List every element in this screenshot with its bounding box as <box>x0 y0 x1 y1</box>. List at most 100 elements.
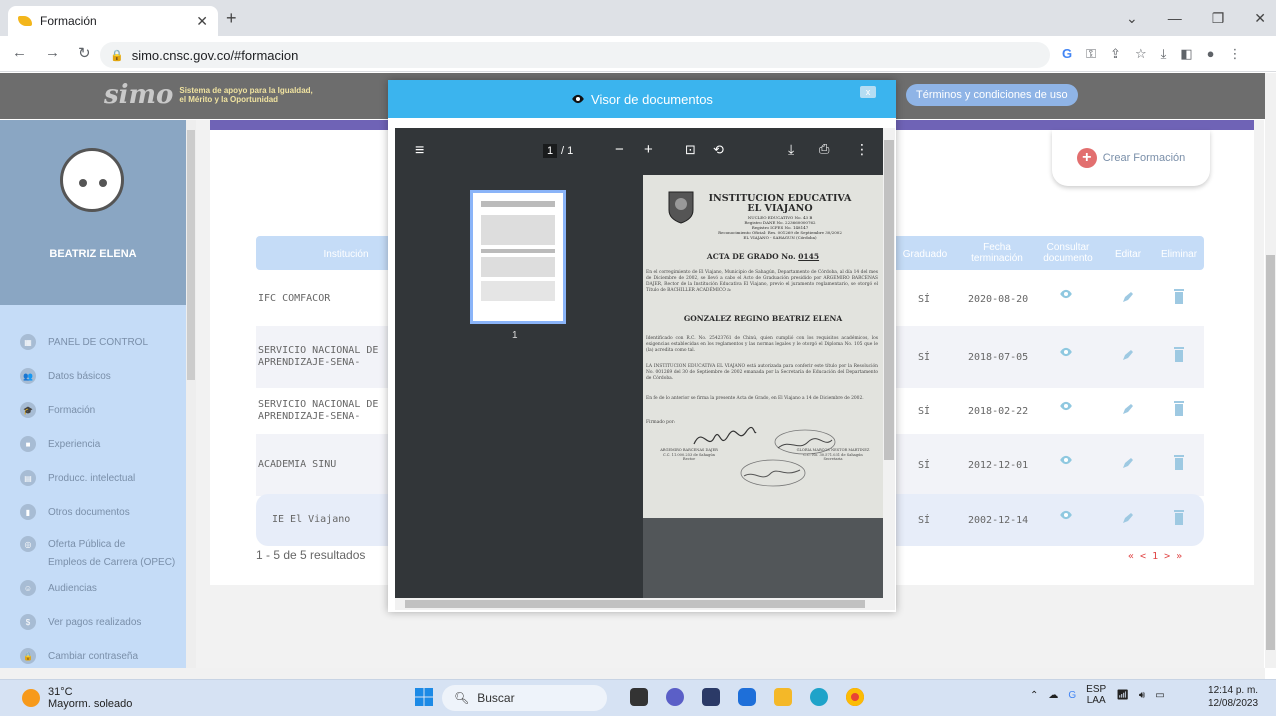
file-explorer-icon[interactable] <box>774 688 792 706</box>
lock-icon[interactable]: 🔒 <box>110 49 124 62</box>
view-document-eye-icon[interactable] <box>1059 508 1073 522</box>
sidebar-item-audiencias[interactable]: ☺ Audiencias <box>20 571 190 605</box>
dropbox-icon[interactable] <box>738 688 756 706</box>
menu-dots-icon[interactable]: ⋮ <box>1229 46 1242 62</box>
close-tab-icon[interactable]: ✕ <box>196 13 208 30</box>
delete-trash-icon[interactable] <box>1174 455 1184 470</box>
teams-icon[interactable] <box>666 688 684 706</box>
close-window-button[interactable]: ✕ <box>1254 10 1266 27</box>
key-icon[interactable]: ⚿ <box>1086 46 1096 62</box>
cloud-icon[interactable]: ☁ <box>1048 690 1058 701</box>
taskbar-search[interactable]: 🔍︎ Buscar <box>442 685 607 711</box>
delete-trash-icon[interactable] <box>1174 289 1184 304</box>
minimize-button[interactable]: — <box>1168 10 1182 27</box>
doc-graduate: GONZALEZ REGINO BEATRIZ ELENA <box>683 314 843 323</box>
sidebar-item-opec-2[interactable]: Empleos de Carrera (OPEC) <box>20 553 190 571</box>
windows-start-icon[interactable] <box>414 687 434 707</box>
modal-header: Visor de documentos <box>388 80 896 118</box>
tab-search-icon[interactable]: ⌄ <box>1126 10 1138 27</box>
sidebar-item-contrasena[interactable]: 🔒 Cambiar contraseña <box>20 639 190 673</box>
window-controls: ⌄ — ❐ ✕ <box>1126 10 1266 27</box>
simo-logo[interactable]: simo Sistema de apoyo para la Igualdad, … <box>104 80 313 110</box>
browser-tab[interactable]: Formación ✕ <box>8 6 218 36</box>
sidepanel-icon[interactable]: ◧ <box>1180 46 1192 62</box>
sidebar-item-experiencia[interactable]: ■ Experiencia <box>20 427 190 461</box>
plus-icon: + <box>1076 148 1097 168</box>
view-document-eye-icon[interactable] <box>1059 399 1073 413</box>
modal-horizontal-thumb[interactable] <box>405 600 865 608</box>
crear-formacion-button[interactable]: + Crear Formación <box>1052 130 1210 186</box>
view-document-eye-icon[interactable] <box>1059 453 1073 467</box>
sidebar-item-datos[interactable]: 👥 Datos básicos <box>20 359 190 393</box>
page-thumbnail[interactable] <box>470 190 566 324</box>
profile-icon[interactable]: ● <box>1207 46 1215 62</box>
view-document-eye-icon[interactable] <box>1059 345 1073 359</box>
volume-icon[interactable]: 🔊︎ <box>1139 690 1145 701</box>
language-indicator[interactable]: ESP LAA <box>1086 684 1106 706</box>
chrome-icon[interactable] <box>846 688 864 706</box>
edge-icon[interactable] <box>810 688 828 706</box>
edit-pencil-icon[interactable] <box>1122 403 1134 415</box>
pdf-download-icon[interactable]: ⤓ <box>788 141 794 158</box>
cell-fecha: 2018-07-05 <box>968 351 1029 363</box>
url-field[interactable]: 🔒 simo.cnsc.gov.co/#formacion <box>100 42 1050 68</box>
google-icon[interactable]: G <box>1062 46 1072 62</box>
doc-sub-lines: NUCLEO EDUCATIVO No. 43 B Registro DANE … <box>718 215 842 240</box>
doc-sig-1: ARGEMIRO BARCENAS DAJER C.C. 11.000.253 … <box>660 448 718 461</box>
col-consultar: Consultar documento <box>1043 242 1093 264</box>
nav-buttons: ← → ↻ <box>12 44 91 62</box>
reload-icon[interactable]: ↻ <box>78 44 91 62</box>
modal-close-button[interactable]: x <box>860 86 876 98</box>
sidebar-item-otros[interactable]: ▮ Otros documentos <box>20 495 190 529</box>
graduation-icon: 🎓 <box>20 402 36 418</box>
zoom-out-icon[interactable]: − <box>615 141 624 158</box>
edit-pencil-icon[interactable] <box>1122 349 1134 361</box>
pagination[interactable]: « < 1 > » <box>1128 551 1182 562</box>
battery-icon[interactable]: ▭ <box>1155 690 1164 701</box>
edit-pencil-icon[interactable] <box>1122 291 1134 303</box>
cell-graduado: SÍ <box>918 405 931 417</box>
doc-firmado: Firmado por: <box>646 420 676 425</box>
sidebar-item-pagos[interactable]: $ Ver pagos realizados <box>20 605 190 639</box>
page-scrollbar-thumb[interactable] <box>1266 255 1275 650</box>
weather-widget[interactable]: 31°C Mayorm. soleado <box>22 686 132 710</box>
fit-page-icon[interactable]: ⊡ <box>685 142 696 158</box>
task-view-icon[interactable] <box>630 688 648 706</box>
store-icon[interactable] <box>702 688 720 706</box>
download-icon[interactable]: ⤓ <box>1161 46 1167 62</box>
zoom-in-icon[interactable]: + <box>644 141 653 158</box>
pdf-page-input[interactable]: 1 <box>543 144 558 158</box>
rotate-icon[interactable]: ⟲ <box>713 142 724 158</box>
col-fecha[interactable]: Fecha terminación <box>962 242 1032 264</box>
print-icon[interactable]: ⎙ <box>819 141 829 157</box>
logo-tagline: Sistema de apoyo para la Igualdad, el Mé… <box>179 86 313 104</box>
view-document-eye-icon[interactable] <box>1059 287 1073 301</box>
sidebar-item-formacion[interactable]: 🎓 Formación <box>20 393 190 427</box>
pdf-menu-icon[interactable]: ≡ <box>415 142 424 160</box>
delete-trash-icon[interactable] <box>1174 401 1184 416</box>
forward-icon[interactable]: → <box>45 44 60 62</box>
delete-trash-icon[interactable] <box>1174 347 1184 362</box>
user-name: BEATRIZ ELENA <box>49 248 137 260</box>
terms-button[interactable]: Términos y condiciones de uso <box>906 84 1078 106</box>
pdf-toolbar: ≡ 1 / 1 − + ⊡ ⟲ ⤓ ⎙ ⋮ <box>395 128 883 175</box>
col-eliminar: Eliminar <box>1160 249 1198 260</box>
pdf-more-icon[interactable]: ⋮ <box>855 141 869 158</box>
delete-trash-icon[interactable] <box>1174 510 1184 525</box>
edit-pencil-icon[interactable] <box>1122 457 1134 469</box>
edit-pencil-icon[interactable] <box>1122 512 1134 524</box>
sidebar-item-panel[interactable]: ▦ PANEL DE CONTROL <box>20 325 190 359</box>
share-icon[interactable]: ⇪ <box>1110 46 1121 62</box>
clock[interactable]: 12:14 p. m. 12/08/2023 <box>1208 684 1258 710</box>
chevron-up-icon[interactable]: ⌃ <box>1030 690 1038 701</box>
new-tab-button[interactable]: + <box>226 8 237 29</box>
google-drive-icon[interactable]: G <box>1068 690 1076 701</box>
sidebar-item-produccion[interactable]: ▤ Producc. intelectual <box>20 461 190 495</box>
wifi-icon[interactable]: 📶︎ <box>1116 690 1129 701</box>
back-icon[interactable]: ← <box>12 44 27 62</box>
restore-button[interactable]: ❐ <box>1212 10 1225 27</box>
pdf-scrollbar-thumb[interactable] <box>884 140 894 460</box>
sidebar-scrollbar-thumb[interactable] <box>187 130 195 380</box>
sidebar-item-opec[interactable]: ◎ Oferta Pública de <box>20 535 190 553</box>
bookmark-star-icon[interactable]: ☆ <box>1135 46 1147 62</box>
